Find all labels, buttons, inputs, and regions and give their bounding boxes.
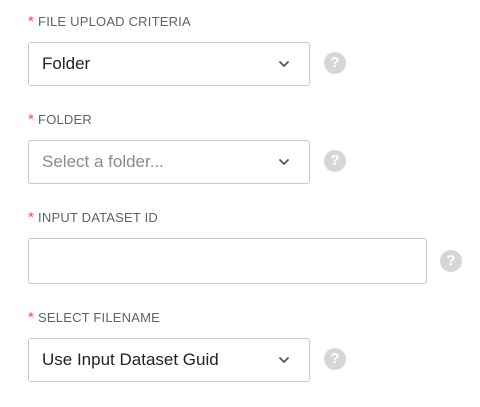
field-label: * INPUT DATASET ID [28,210,158,226]
required-marker: * [28,309,35,326]
field-file-upload-criteria: * FILE UPLOAD CRITERIA Folder ? [28,14,346,86]
select-value: Use Input Dataset Guid [42,350,219,369]
help-question-icon[interactable]: ? [324,52,346,74]
select-filename-select[interactable]: Use Input Dataset Guid [28,338,310,382]
field-label-text: INPUT DATASET ID [38,210,159,225]
folder-select[interactable]: Select a folder... [28,140,310,184]
form: * FILE UPLOAD CRITERIA Folder ? * FOLDER S… [0,0,480,407]
select-placeholder: Select a folder... [42,152,164,171]
field-folder: * FOLDER Select a folder... ? [28,112,346,184]
select-value: Folder [42,54,91,73]
input-dataset-id-field[interactable] [28,238,427,284]
required-marker: * [28,13,35,30]
field-label-text: FILE UPLOAD CRITERIA [38,14,191,29]
field-input-dataset-id: * INPUT DATASET ID ? [28,210,462,284]
field-row: Folder ? [28,42,346,86]
help-question-icon[interactable]: ? [324,150,346,172]
field-row: ? [28,238,462,284]
field-label-text: FOLDER [38,112,92,127]
field-label: * FOLDER [28,112,92,128]
file-upload-criteria-select[interactable]: Folder [28,42,310,86]
chevron-down-icon [279,159,289,165]
field-row: Use Input Dataset Guid ? [28,338,346,382]
field-select-filename: * SELECT FILENAME Use Input Dataset Guid … [28,310,346,382]
chevron-down-icon [279,357,289,363]
required-marker: * [28,111,35,128]
field-label: * SELECT FILENAME [28,310,160,326]
field-row: Select a folder... ? [28,140,346,184]
help-question-icon[interactable]: ? [440,250,462,272]
chevron-down-icon [279,61,289,67]
field-label: * FILE UPLOAD CRITERIA [28,14,191,30]
required-marker: * [28,209,35,226]
help-question-icon[interactable]: ? [324,348,346,370]
field-label-text: SELECT FILENAME [38,310,161,325]
